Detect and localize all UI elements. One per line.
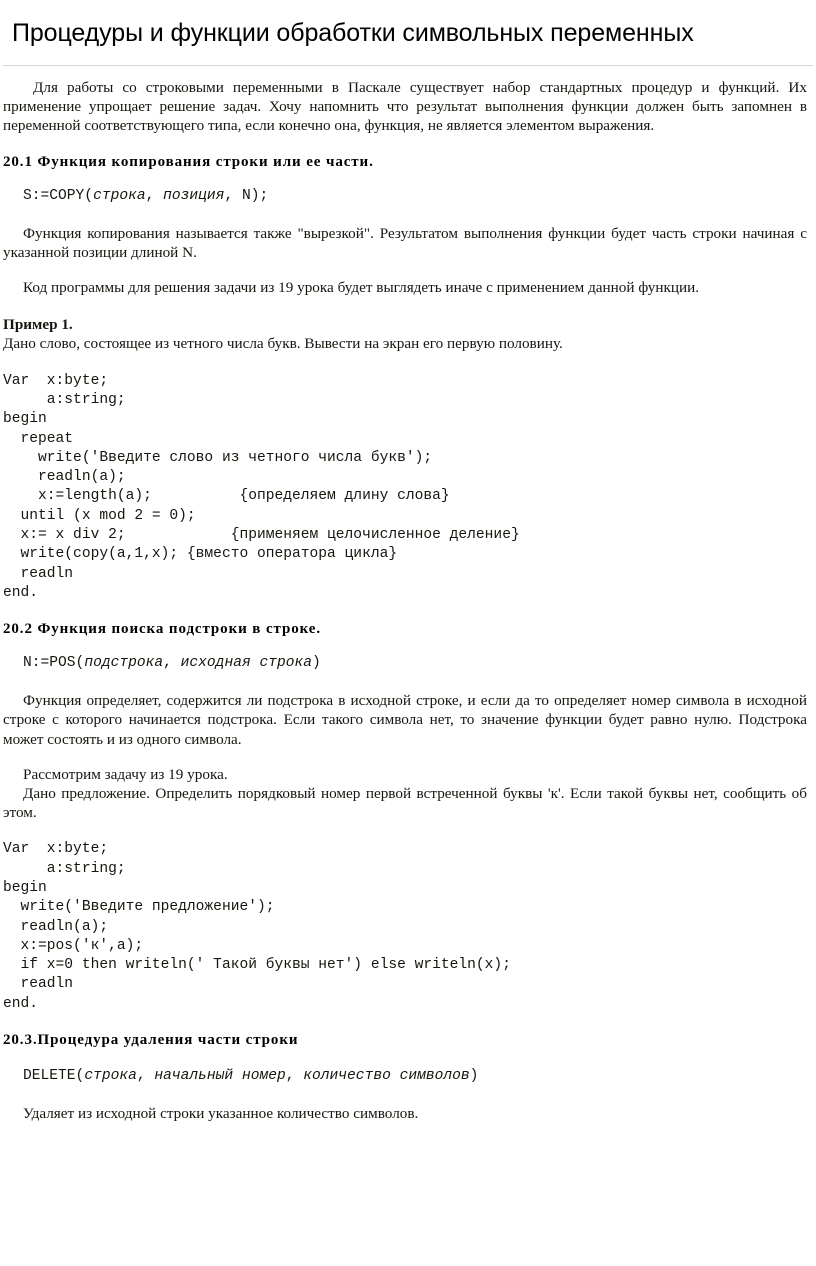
example-1-label-text: Пример 1. (3, 316, 73, 334)
copy-signature-prefix: S:=COPY( (23, 187, 94, 204)
pos-signature-prefix: N:=POS( (23, 655, 85, 672)
delete-description: Удаляет из исходной строки указанное кол… (23, 1105, 419, 1123)
copy-note: Код программы для решения задачи из 19 у… (23, 279, 700, 297)
delete-signature-arg1: строка (84, 1068, 137, 1085)
pos-task-intro: Рассмотрим задачу из 19 урока. (23, 765, 228, 783)
example-1-label: Пример 1. (3, 315, 813, 334)
copy-signature: S:=COPY(строка, позиция, N); (3, 186, 813, 206)
page-title: Процедуры и функции обработки символьных… (12, 19, 694, 47)
copy-description: Функция копирования называется также "вы… (3, 224, 807, 261)
code-block-pos: Var x:byte; a:string; begin write('Введи… (3, 841, 511, 1012)
delete-signature: DELETE(строка, начальный номер, количест… (3, 1066, 813, 1086)
pos-signature-arg1: подстрока (84, 655, 164, 672)
pos-description: Функция определяет, содержится ли подстр… (3, 692, 807, 748)
delete-signature-arg3: количество символов (303, 1068, 470, 1085)
pos-signature-arg2: исходная строка (180, 655, 313, 672)
section-heading-copy: 20.1 Функция копирования строки или ее ч… (3, 153, 374, 170)
pos-signature-suffix: ) (312, 655, 321, 672)
delete-signature-arg2: начальный номер (154, 1068, 286, 1085)
copy-signature-arg1: строка (93, 187, 146, 204)
delete-signature-suffix: ) (469, 1068, 479, 1085)
delete-signature-sep2: , (285, 1068, 304, 1085)
section-heading-delete: 20.3.Процедура удаления части строки (3, 1032, 299, 1049)
code-block-copy: Var x:byte; a:string; begin repeat write… (3, 372, 520, 601)
pos-task-text: Дано предложение. Определить порядковый … (3, 785, 807, 822)
copy-signature-suffix: , N); (224, 187, 269, 204)
delete-signature-prefix: DELETE( (23, 1068, 85, 1085)
document-page: Процедуры и функции обработки символьных… (0, 0, 816, 1266)
intro-paragraph: Для работы со строковыми переменными в П… (3, 79, 807, 135)
pos-signature-sep1: , (163, 655, 181, 672)
copy-signature-arg2: позиция (163, 187, 225, 204)
example-1-text: Дано слово, состоящее из четного числа б… (3, 335, 563, 353)
section-heading-pos: 20.2 Функция поиска подстроки в строке. (3, 621, 321, 638)
delete-signature-sep1: , (136, 1068, 155, 1085)
copy-signature-sep1: , (145, 187, 164, 204)
pos-signature: N:=POS(подстрока, исходная строка) (3, 653, 813, 673)
